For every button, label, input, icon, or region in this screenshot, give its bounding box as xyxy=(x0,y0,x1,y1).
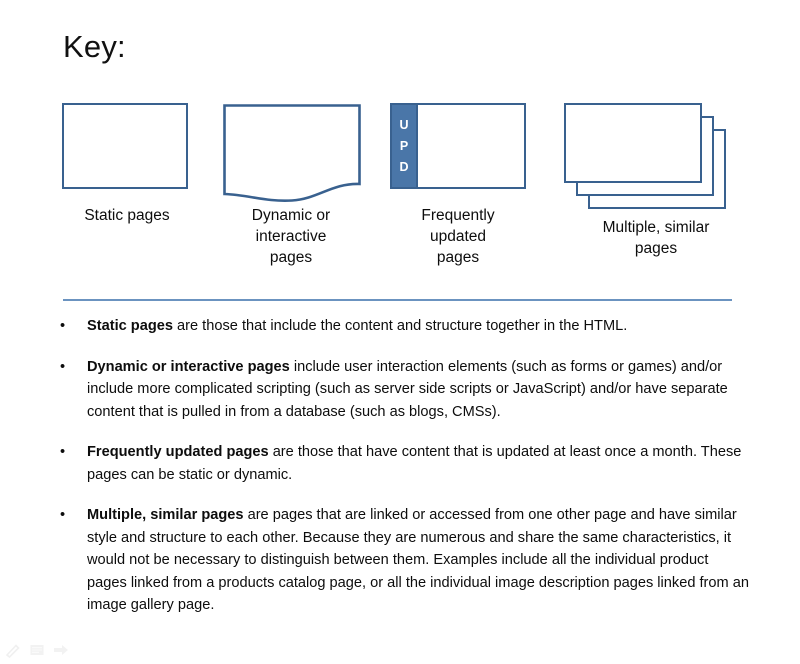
update-tab: U P D xyxy=(392,105,418,187)
key-caption-dynamic-line-3: pages xyxy=(269,249,313,266)
list-item-text: are those that include the content and s… xyxy=(172,318,628,334)
list-item-lead: Frequently updated pages xyxy=(87,444,269,460)
list-item: • Multiple, similar pages are pages that… xyxy=(52,504,752,617)
key-caption-updated-line-2: updated xyxy=(429,228,487,245)
bullet-glyph: • xyxy=(60,444,66,460)
bullet-glyph: • xyxy=(60,358,66,375)
updated-page-shape: U P D xyxy=(382,100,534,193)
page-title: Key: xyxy=(63,29,126,64)
wavy-document-icon xyxy=(223,104,361,203)
key-item-dynamic: Dynamic or interactive pages xyxy=(212,100,370,268)
stacked-page-front xyxy=(564,103,702,183)
key-caption-static: Static pages xyxy=(84,207,170,224)
bottom-toolbar[interactable] xyxy=(4,642,70,658)
key-caption-multiple-line-2: pages xyxy=(634,240,678,257)
key-caption-updated: Frequently updated pages xyxy=(382,205,534,268)
bullet-glyph: • xyxy=(60,318,66,334)
key-caption-dynamic-line-2: interactive xyxy=(255,228,327,245)
key-caption-updated-line-1: Frequently xyxy=(421,207,495,224)
list-item-lead: Multiple, similar pages xyxy=(87,507,244,523)
list-item: • Dynamic or interactive pages include u… xyxy=(52,356,752,424)
key-legend-row: Static pages Dynamic or interactive page… xyxy=(0,100,800,285)
static-page-shape xyxy=(42,100,212,193)
dynamic-page-shape xyxy=(212,100,370,203)
list-item: • Static pages are those that include th… xyxy=(52,315,752,338)
bullet-glyph: • xyxy=(60,507,66,523)
list-item-lead: Static pages xyxy=(87,318,173,334)
definition-list: • Static pages are those that include th… xyxy=(52,315,752,635)
section-divider xyxy=(63,299,732,301)
notes-icon[interactable] xyxy=(28,642,46,658)
page-rectangle-icon xyxy=(62,103,188,189)
list-item: • Frequently updated pages are those tha… xyxy=(52,441,752,486)
key-caption-dynamic: Dynamic or interactive pages xyxy=(212,205,370,268)
key-caption-dynamic-line-1: Dynamic or xyxy=(251,207,331,224)
upd-letter-u: U xyxy=(399,117,409,132)
upd-letter-d: D xyxy=(399,159,409,174)
upd-letter-p: P xyxy=(399,138,409,153)
slide-canvas: Key: Static pages Dynamic or interactive… xyxy=(0,0,800,664)
stacked-pages-icon xyxy=(564,103,744,209)
page-with-update-tab-icon: U P D xyxy=(390,103,526,189)
key-caption-updated-line-3: pages xyxy=(436,249,480,266)
key-caption-multiple: Multiple, similar pages xyxy=(556,217,756,259)
key-item-multiple: Multiple, similar pages xyxy=(556,100,756,259)
pen-icon[interactable] xyxy=(4,642,22,658)
key-item-updated: U P D Frequently updated pages xyxy=(382,100,534,268)
list-item-lead: Dynamic or interactive pages xyxy=(87,358,290,375)
multiple-pages-shape xyxy=(556,100,756,209)
key-caption-multiple-line-1: Multiple, similar xyxy=(602,219,710,236)
update-page-body xyxy=(418,105,524,187)
arrow-right-icon[interactable] xyxy=(52,642,70,658)
key-item-static: Static pages xyxy=(42,100,212,226)
